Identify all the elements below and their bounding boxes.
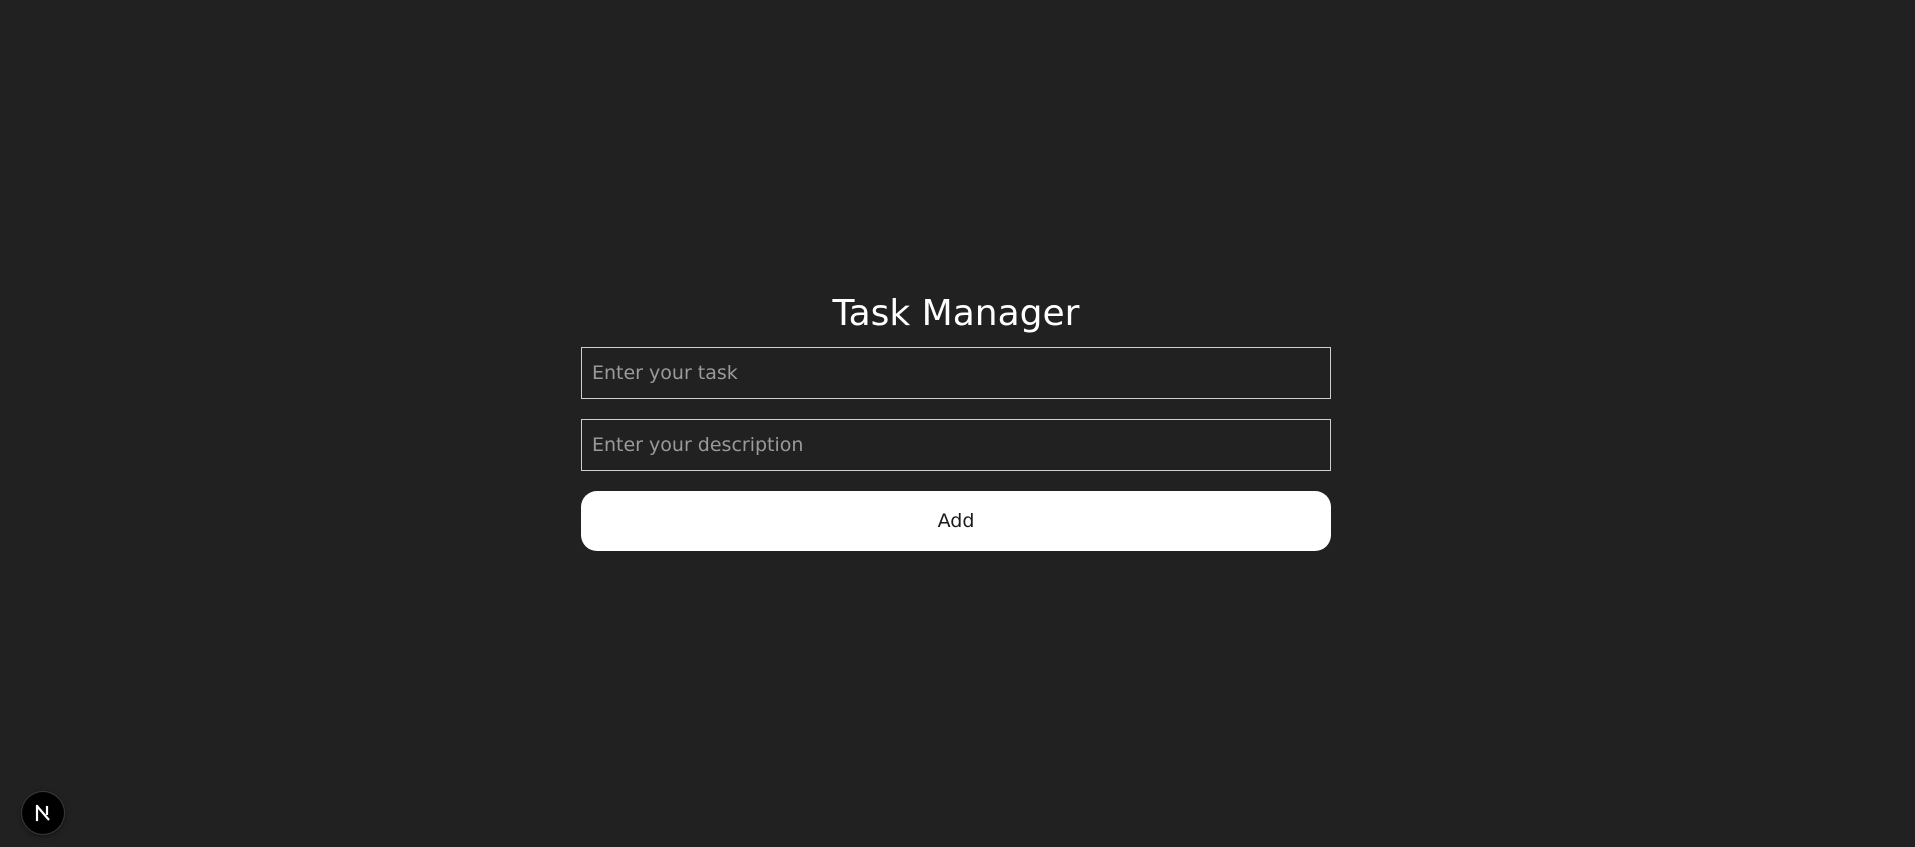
task-input[interactable] (581, 347, 1331, 399)
description-input[interactable] (581, 419, 1331, 471)
task-form: Task Manager Add (581, 288, 1331, 551)
nextjs-dev-indicator-button[interactable] (22, 792, 64, 834)
page-title: Task Manager (832, 293, 1080, 334)
nextjs-logo-icon (35, 804, 50, 822)
add-button[interactable]: Add (581, 491, 1331, 551)
page: Task Manager Add (0, 0, 1915, 847)
